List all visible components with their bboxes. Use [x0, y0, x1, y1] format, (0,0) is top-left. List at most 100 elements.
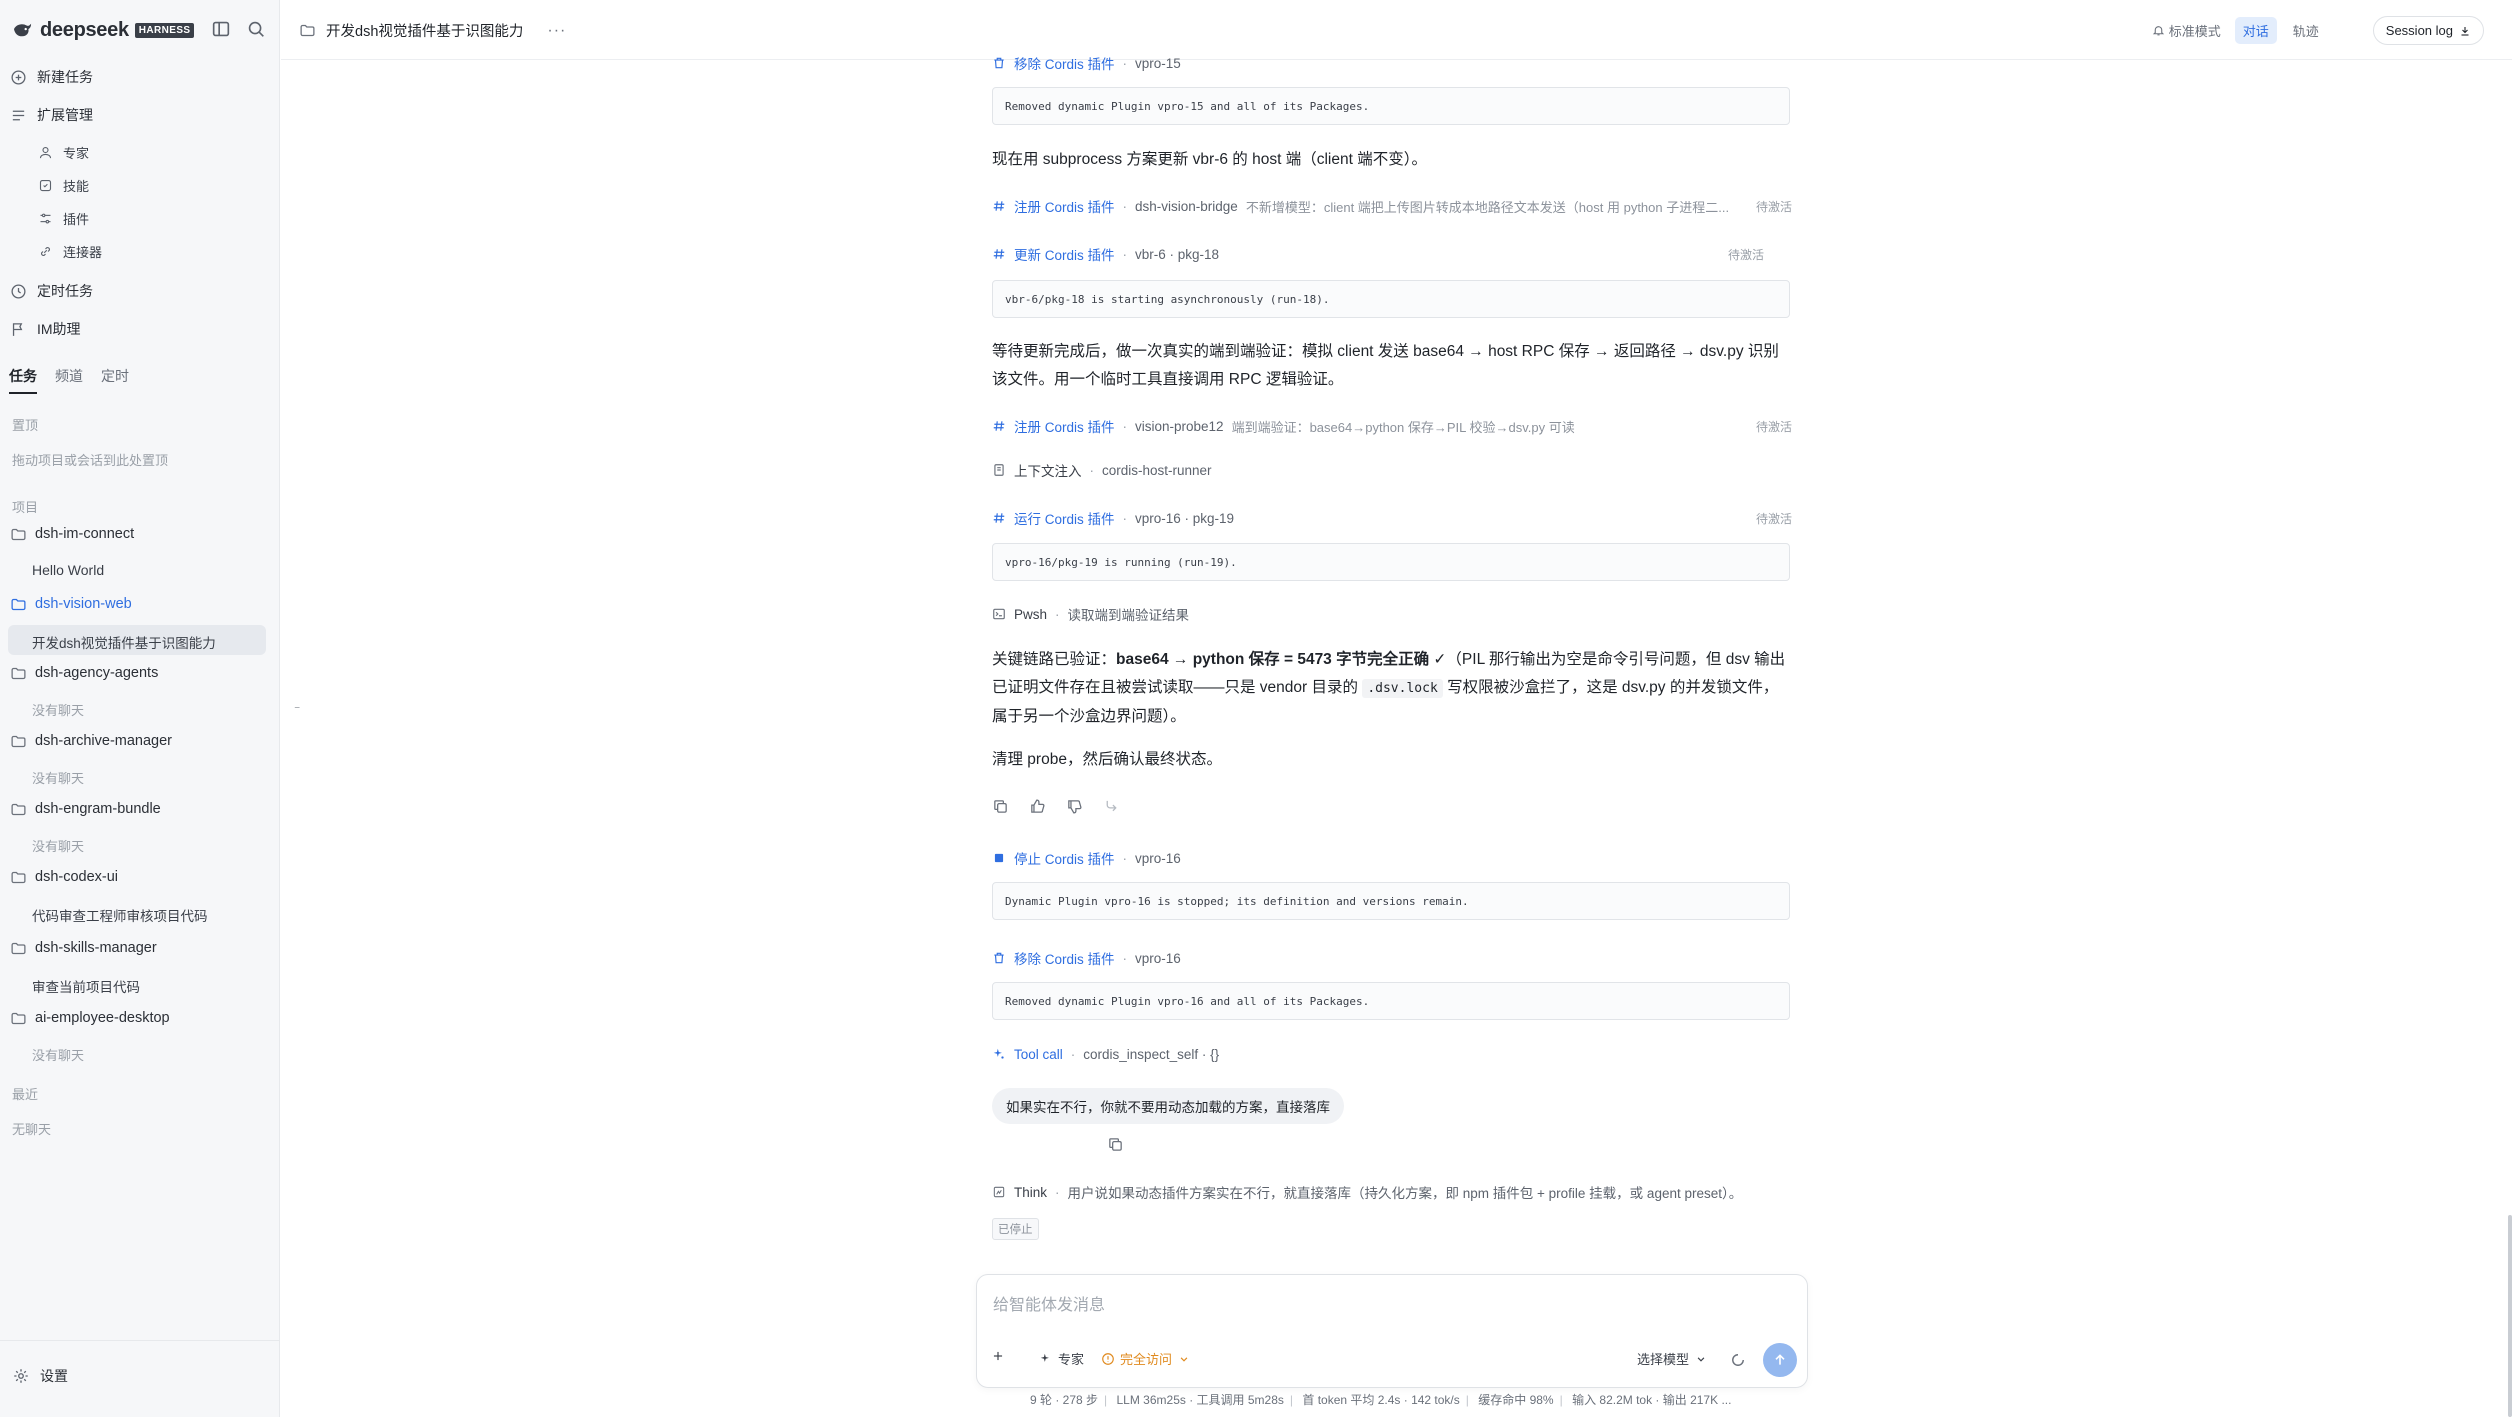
tool-call-row[interactable]: 注册 Cordis 插件 · vision-probe12 端到端验证：base…: [992, 415, 1792, 437]
nav-label: 定时任务: [37, 283, 93, 299]
project-dsh-im-connect[interactable]: dsh-im-connect: [10, 521, 134, 547]
project-name: ai-employee-desktop: [35, 1010, 170, 1026]
expert-button[interactable]: 专家: [1039, 1349, 1084, 1368]
thumbs-down-icon[interactable]: [1066, 798, 1083, 815]
gear-icon: [14, 1369, 28, 1383]
hash-icon: [993, 513, 1005, 523]
project-name: dsh-im-connect: [35, 526, 135, 542]
scrollbar[interactable]: [2508, 1215, 2512, 1417]
sidebar: deepseek HARNESS 新建任务 扩展管理 专家 技能 插件 连接器 …: [0, 0, 280, 1417]
model-label: 选择模型: [1637, 1352, 1690, 1367]
tab-scheduled[interactable]: 定时: [101, 366, 129, 394]
project-dsh-vision-web[interactable]: dsh-vision-web: [10, 591, 132, 617]
separator: ·: [1055, 606, 1060, 622]
model-select[interactable]: 选择模型: [1637, 1349, 1708, 1368]
tool-arg: vpro-16 · pkg-19: [1135, 510, 1235, 526]
chevron-down-icon: [1180, 1356, 1188, 1362]
tab-tasks[interactable]: 任务: [9, 366, 37, 394]
chat-item-active[interactable]: 开发dsh视觉插件基于识图能力: [32, 632, 216, 652]
copy-icon[interactable]: [992, 798, 1009, 815]
text-span: 关键链路已验证：: [992, 651, 1117, 668]
tool-name: Think: [1014, 1184, 1048, 1200]
tool-call-row[interactable]: 更新 Cordis 插件 · vbr-6 · pkg-18 待激活: [992, 243, 1792, 265]
copy-icon[interactable]: [1107, 1136, 1124, 1153]
chat-empty: 没有聊天: [32, 1048, 85, 1063]
stop-icon: [994, 853, 1004, 863]
tool-call-row[interactable]: 移除 Cordis 插件 · vpro-15: [992, 52, 1792, 74]
separator: ·: [1122, 55, 1128, 71]
message-actions: [992, 798, 1120, 815]
tool-call-row[interactable]: 运行 Cordis 插件 · vpro-16 · pkg-19 待激活: [992, 507, 1792, 529]
folder-icon: [11, 735, 26, 747]
resize-handle[interactable]: ⁻: [294, 702, 300, 716]
mode-toggle[interactable]: 标准模式: [2146, 17, 2227, 44]
project-dsh-skills-manager[interactable]: dsh-skills-manager: [10, 935, 157, 961]
project-dsh-agency-agents[interactable]: dsh-agency-agents: [10, 660, 158, 686]
thumbs-up-icon[interactable]: [1029, 798, 1046, 815]
expert-label: 专家: [1058, 1352, 1085, 1367]
project-dsh-archive-manager[interactable]: dsh-archive-manager: [10, 728, 172, 754]
tool-output: Dynamic Plugin vpro-16 is stopped; its d…: [992, 882, 1790, 920]
think-text: 用户说如果动态插件方案实在不行，就直接落库（持久化方案，即 npm 插件包 + …: [1067, 1186, 1743, 1201]
project-dsh-codex-ui[interactable]: dsh-codex-ui: [10, 864, 118, 890]
more-menu-button[interactable]: ···: [547, 22, 566, 40]
chat-empty: 没有聊天: [32, 771, 85, 786]
project-ai-employee-desktop[interactable]: ai-employee-desktop: [10, 1005, 170, 1031]
tool-name: Tool call: [1014, 1046, 1063, 1062]
think-row[interactable]: Think · 用户说如果动态插件方案实在不行，就直接落库（持久化方案，即 np…: [992, 1181, 1792, 1203]
tool-arg: dsh-vision-bridge: [1135, 198, 1238, 214]
usage-stats: 9 轮 · 278 步 | LLM 36m25s · 工具调用 5m28s | 首 …: [1030, 1393, 1732, 1407]
project-dsh-engram-bundle[interactable]: dsh-engram-bundle: [10, 796, 161, 822]
ext-item-label: 插件: [63, 211, 90, 227]
deepseek-logo-icon: [14, 23, 32, 37]
brand-badge: HARNESS: [134, 22, 195, 38]
sidebar-toggle-icon[interactable]: [210, 18, 232, 40]
ext-item-skills[interactable]: 技能: [38, 173, 89, 197]
chat-item[interactable]: 审查当前项目代码: [32, 976, 140, 996]
ext-item-experts[interactable]: 专家: [38, 140, 89, 164]
attach-button[interactable]: [991, 1349, 1005, 1363]
nav-scheduled[interactable]: 定时任务: [10, 278, 93, 304]
tab-conversation[interactable]: 对话: [2234, 17, 2277, 44]
brand[interactable]: deepseek HARNESS: [12, 18, 195, 42]
project-name: dsh-codex-ui: [35, 869, 119, 885]
tool-desc: 不新增模型：client 端把上传图片转成本地路径文本发送（host 用 pyt…: [1245, 199, 1730, 215]
tool-call-row[interactable]: 移除 Cordis 插件 · vpro-16: [992, 947, 1792, 969]
tool-name: 更新 Cordis 插件: [1014, 248, 1115, 263]
nav-label: 新建任务: [37, 69, 93, 85]
tab-channels[interactable]: 频道: [55, 366, 83, 394]
ext-item-connectors[interactable]: 连接器: [38, 239, 102, 263]
download-icon: [2461, 26, 2469, 36]
nav-new-task[interactable]: 新建任务: [10, 64, 93, 90]
tool-call-row[interactable]: 上下文注入 · cordis-host-runner: [992, 459, 1792, 481]
send-button[interactable]: [1763, 1343, 1797, 1377]
stat-cache: 缓存命中 98%: [1478, 1393, 1554, 1407]
tool-output: vpro-16/pkg-19 is running (run-19).: [992, 543, 1790, 581]
chat-item[interactable]: Hello World: [32, 562, 104, 578]
folder-icon: [11, 871, 26, 883]
assistant-text: 关键链路已验证：base64 → python 保存 = 5473 字节完全正确…: [992, 646, 1792, 731]
nav-im-assistant[interactable]: IM助理: [10, 316, 81, 342]
tab-trajectory[interactable]: 轨迹: [2285, 17, 2327, 44]
nav-extensions[interactable]: 扩展管理: [10, 102, 93, 128]
ext-item-plugins[interactable]: 插件: [38, 206, 89, 230]
access-mode-button[interactable]: 完全访问: [1101, 1349, 1191, 1368]
flag-icon: [12, 322, 23, 336]
message-input[interactable]: 给智能体发消息: [993, 1291, 1105, 1315]
tool-call-row[interactable]: 停止 Cordis 插件 · vpro-16: [992, 847, 1792, 869]
ext-item-label: 专家: [63, 145, 90, 161]
tool-name: 停止 Cordis 插件: [1014, 852, 1115, 867]
chat-item[interactable]: 代码审查工程师审核项目代码: [32, 905, 208, 925]
settings-button[interactable]: 设置: [12, 1366, 68, 1386]
skill-icon: [39, 179, 52, 191]
arrow-up-icon: [1775, 1354, 1785, 1365]
tool-arg: vpro-16: [1135, 950, 1181, 966]
tool-call-row[interactable]: Pwsh · 读取端到端验证结果: [992, 603, 1792, 625]
session-log-button[interactable]: Session log: [2372, 16, 2484, 45]
search-icon[interactable]: [245, 18, 267, 40]
separator: ·: [1122, 246, 1128, 262]
tool-call-row[interactable]: 注册 Cordis 插件 · dsh-vision-bridge 不新增模型：c…: [992, 195, 1792, 217]
fork-icon[interactable]: [1103, 798, 1120, 815]
tool-call-row[interactable]: Tool call · cordis_inspect_self · {}: [992, 1043, 1792, 1065]
sidebar-divider: [0, 1340, 280, 1341]
